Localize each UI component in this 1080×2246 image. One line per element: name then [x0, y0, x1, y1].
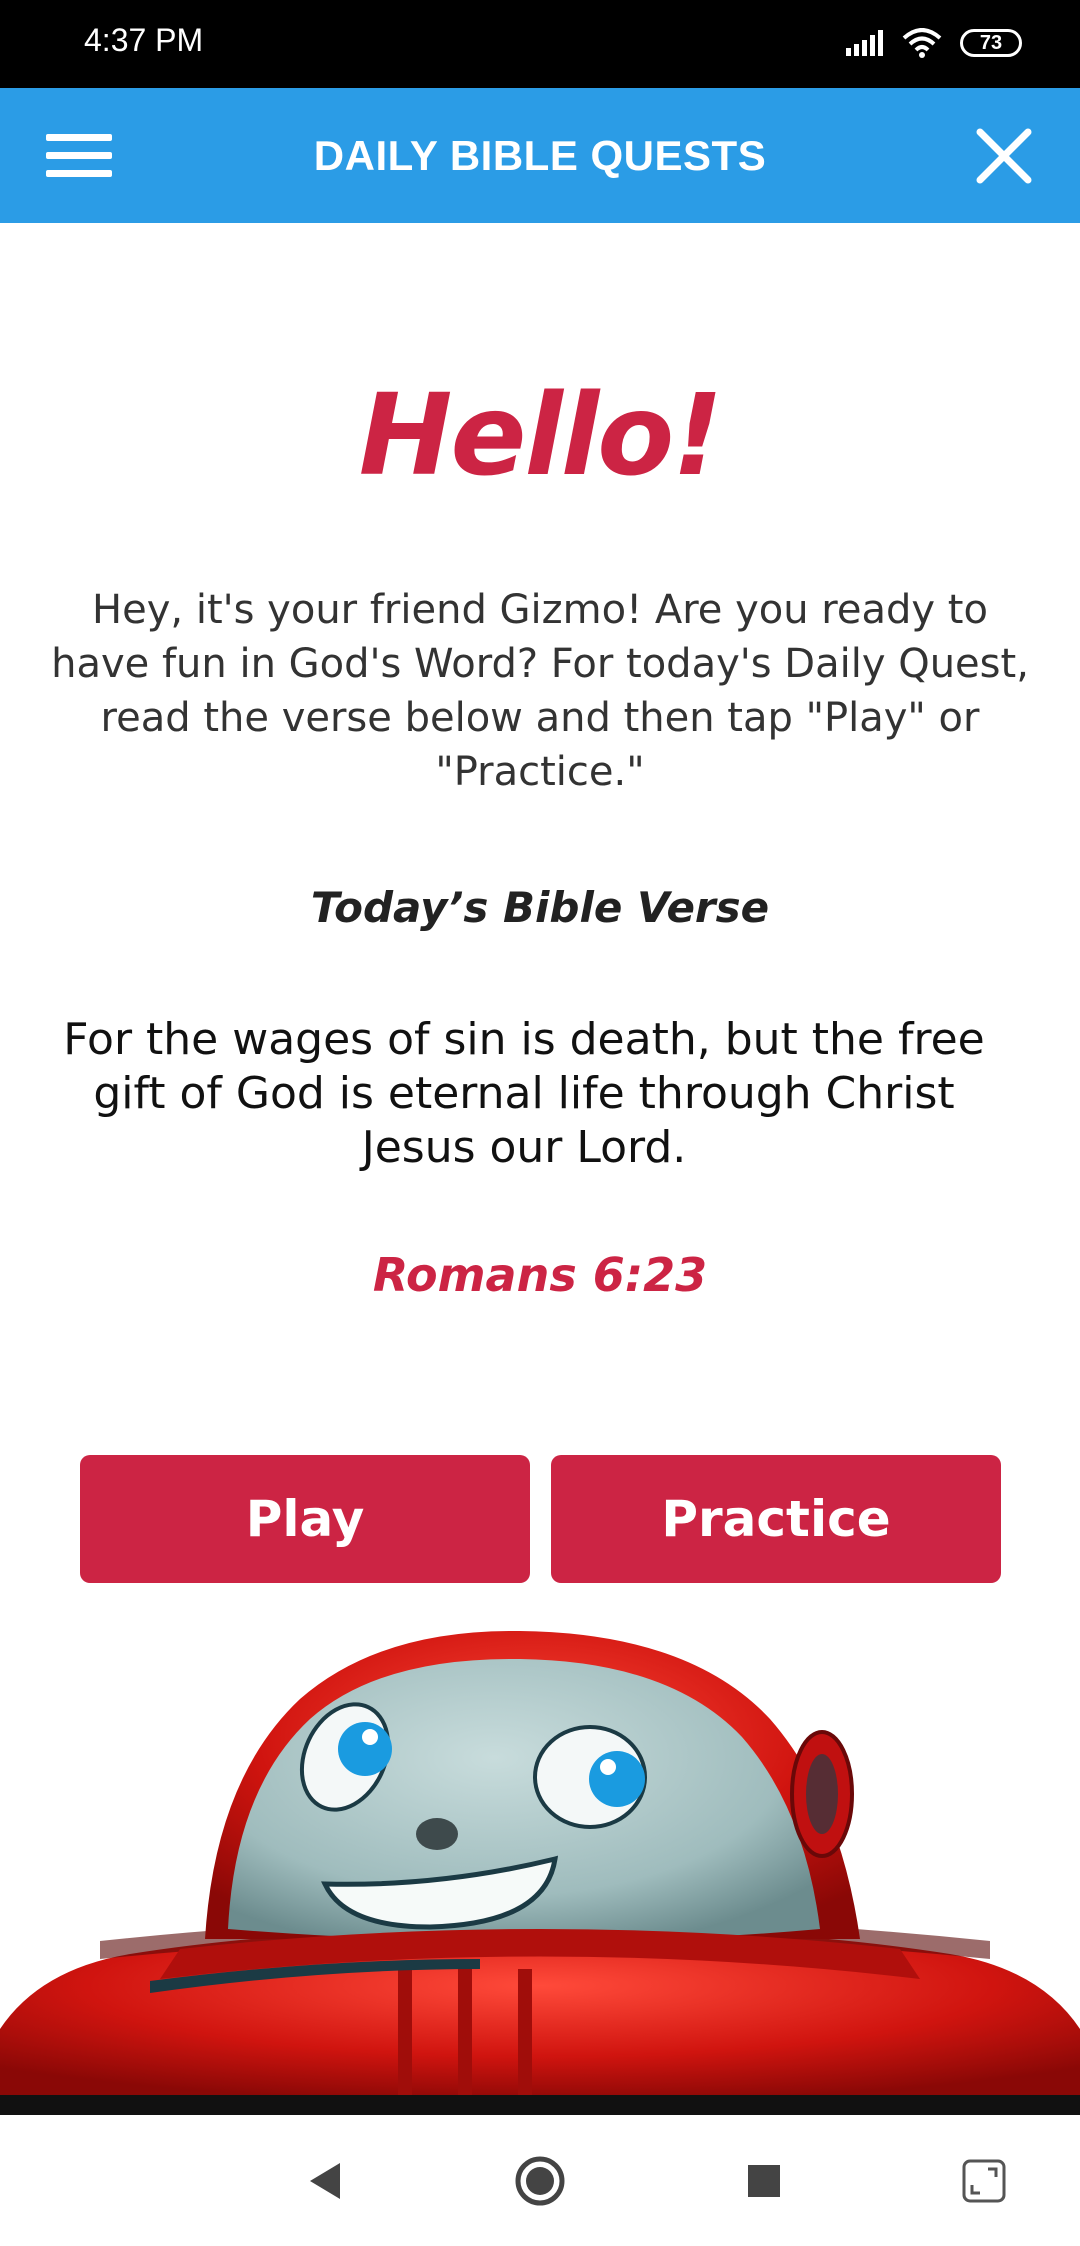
status-time: 4:37 PM [84, 22, 204, 58]
expand-icon[interactable] [948, 2145, 1020, 2217]
status-bar: 4:37 PM 73 [0, 0, 1080, 88]
greeting-heading: Hello! [358, 371, 724, 501]
battery-level: 73 [979, 31, 1003, 54]
nav-divider [0, 2095, 1080, 2115]
wifi-icon [902, 28, 942, 58]
app-title: DAILY BIBLE QUESTS [313, 132, 767, 179]
gizmo-robot-image [0, 1630, 1080, 2095]
back-icon[interactable] [290, 2145, 362, 2217]
status-icons: 73 [846, 28, 1022, 58]
practice-button[interactable]: Practice [551, 1455, 1001, 1583]
recents-icon[interactable] [728, 2145, 800, 2217]
battery-icon: 73 [960, 29, 1022, 57]
system-nav-bar [0, 2115, 1080, 2246]
play-button[interactable]: Play [80, 1455, 530, 1583]
app-bar: DAILY BIBLE QUESTS [0, 88, 1080, 223]
verse-reference: Romans 6:23 [372, 1248, 708, 1302]
home-icon[interactable] [504, 2145, 576, 2217]
intro-text: Hey, it's your friend Gizmo! Are you rea… [51, 587, 1029, 795]
main-content: Hello! Hey, it's your friend Gizmo! Are … [0, 223, 1080, 2095]
verse-text: For the wages of sin is death, but the f… [63, 1014, 985, 1173]
close-icon[interactable] [976, 128, 1032, 184]
verse-heading: Today’s Bible Verse [310, 883, 770, 932]
signal-icon [846, 30, 883, 56]
